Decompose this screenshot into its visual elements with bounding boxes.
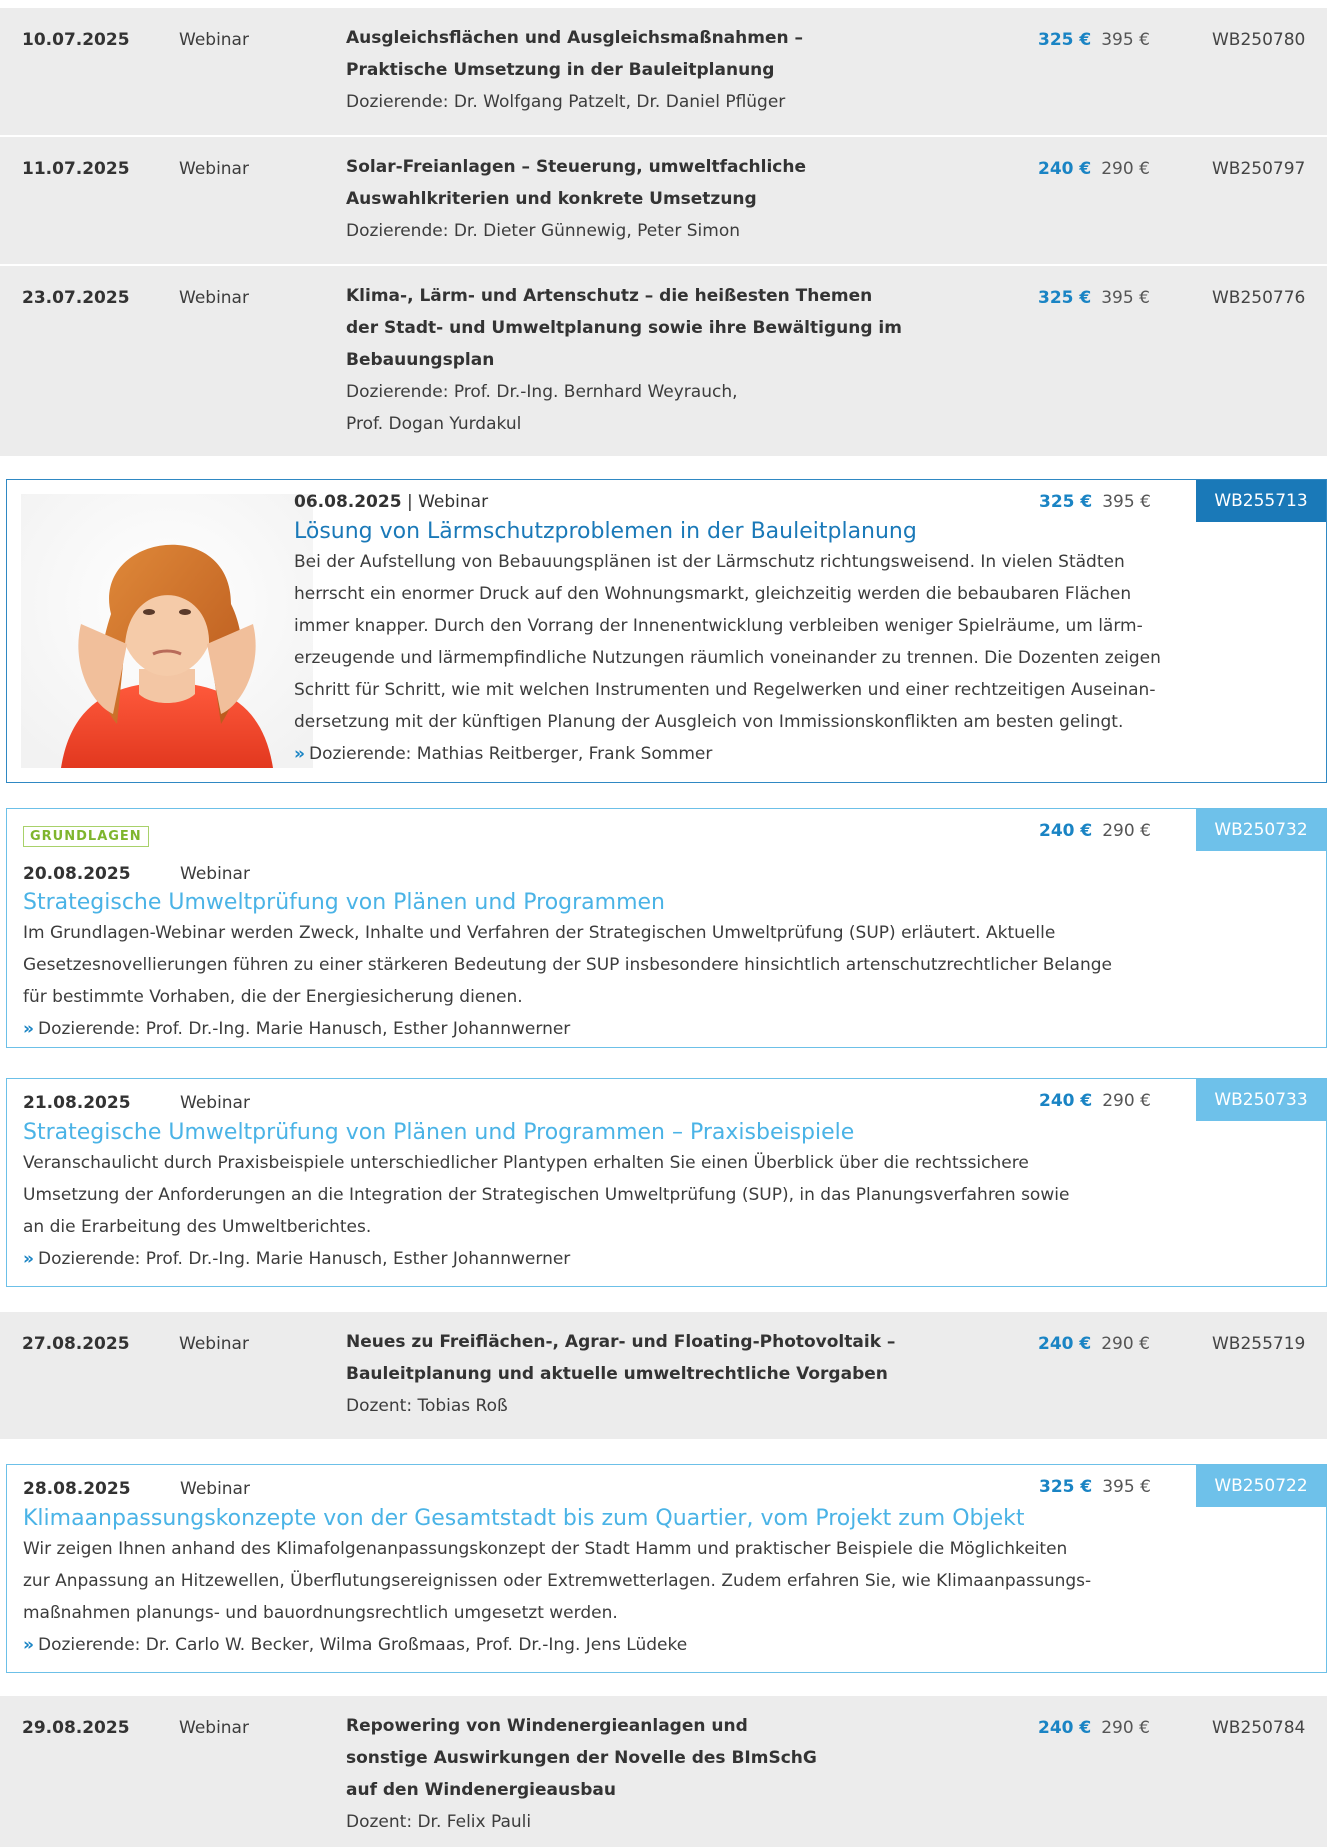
seminar-type: Webinar bbox=[418, 492, 489, 512]
seminar-row: 29.08.2025 Webinar Repowering von Winden… bbox=[0, 1696, 1327, 1847]
seminar-title[interactable]: Ausgleichsflächen und Ausgleichsmaßnahme… bbox=[346, 22, 966, 86]
seminar-date: 23.07.2025 bbox=[22, 288, 130, 308]
seminar-type: Webinar bbox=[180, 1093, 250, 1113]
seminar-type: Webinar bbox=[180, 1479, 250, 1499]
seminar-code[interactable]: WB250776 bbox=[1212, 288, 1305, 308]
seminar-description: Im Grundlagen-Webinar werden Zweck, Inha… bbox=[23, 917, 1313, 1045]
seminar-price: 325 €395 € bbox=[1039, 492, 1151, 512]
seminar-date: 20.08.2025 bbox=[23, 864, 131, 884]
seminar-date: 21.08.2025 bbox=[23, 1093, 131, 1113]
seminar-description: Veranschaulicht durch Praxisbeispiele un… bbox=[23, 1147, 1313, 1275]
seminar-title[interactable]: Lösung von Lärmschutzproblemen in der Ba… bbox=[294, 516, 917, 548]
seminar-date: 27.08.2025 bbox=[22, 1334, 130, 1354]
seminar-price: 240 €290 € bbox=[1038, 159, 1150, 179]
seminar-card: 06.08.2025 | Webinar Lösung von Lärmschu… bbox=[6, 479, 1327, 783]
seminar-listing: 10.07.2025 Webinar Ausgleichsflächen und… bbox=[0, 0, 1327, 1847]
seminar-date: 29.08.2025 bbox=[22, 1718, 130, 1738]
seminar-card: GRUNDLAGEN 240 €290 € WB250732 20.08.202… bbox=[6, 808, 1327, 1048]
seminar-code[interactable]: WB250733 bbox=[1196, 1079, 1326, 1121]
seminar-lecturers: » Dozierende: Prof. Dr.-Ing. Marie Hanusc… bbox=[23, 1019, 571, 1039]
seminar-row: 23.07.2025 Webinar Klima-, Lärm- und Art… bbox=[0, 266, 1327, 456]
seminar-price: 240 €290 € bbox=[1039, 1091, 1151, 1111]
seminar-card: 21.08.2025 Webinar 240 €290 € WB250733 S… bbox=[6, 1078, 1327, 1287]
seminar-type: Webinar bbox=[179, 30, 249, 50]
seminar-description: Bei der Aufstellung von Bebauungsplänen … bbox=[294, 546, 1304, 770]
seminar-price: 325 €395 € bbox=[1039, 1477, 1151, 1497]
seminar-date: 06.08.2025 bbox=[294, 492, 402, 512]
seminar-code[interactable]: WB255719 bbox=[1212, 1334, 1305, 1354]
chevron-right-icon: » bbox=[23, 1019, 34, 1039]
seminar-price: 325 €395 € bbox=[1038, 30, 1150, 50]
seminar-lecturers: » Dozierende: Dr. Carlo W. Becker, Wilma … bbox=[23, 1635, 688, 1655]
seminar-lecturers: Dozent: Dr. Felix Pauli bbox=[346, 1812, 532, 1832]
chevron-right-icon: » bbox=[23, 1635, 34, 1655]
seminar-code[interactable]: WB250784 bbox=[1212, 1718, 1305, 1738]
seminar-title[interactable]: Klimaanpassungskonzepte von der Gesamtst… bbox=[23, 1503, 1024, 1535]
seminar-date: 10.07.2025 bbox=[22, 30, 130, 50]
seminar-code[interactable]: WB250732 bbox=[1196, 809, 1326, 851]
seminar-code[interactable]: WB250797 bbox=[1212, 159, 1305, 179]
seminar-title[interactable]: Strategische Umweltprüfung von Plänen un… bbox=[23, 1117, 854, 1149]
seminar-code[interactable]: WB255713 bbox=[1196, 480, 1326, 522]
seminar-lecturers: Dozent: Tobias Roß bbox=[346, 1396, 508, 1416]
seminar-type: Webinar bbox=[179, 159, 249, 179]
seminar-type: Webinar bbox=[179, 288, 249, 308]
chevron-right-icon: » bbox=[23, 1249, 34, 1269]
seminar-type: Webinar bbox=[179, 1718, 249, 1738]
seminar-lecturers: » Dozierende: Mathias Reitberger, Frank S… bbox=[294, 744, 713, 764]
seminar-card: 28.08.2025 Webinar 325 €395 € WB250722 K… bbox=[6, 1464, 1327, 1673]
seminar-price: 240 €290 € bbox=[1039, 821, 1151, 841]
seminar-row: 27.08.2025 Webinar Neues zu Freiflächen-… bbox=[0, 1312, 1327, 1439]
seminar-lecturers: » Dozierende: Prof. Dr.-Ing. Marie Hanusc… bbox=[23, 1249, 571, 1269]
seminar-code[interactable]: WB250722 bbox=[1196, 1465, 1326, 1507]
seminar-price: 240 €290 € bbox=[1038, 1718, 1150, 1738]
seminar-type: Webinar bbox=[179, 1334, 249, 1354]
seminar-title[interactable]: Strategische Umweltprüfung von Plänen un… bbox=[23, 887, 665, 919]
seminar-row: 11.07.2025 Webinar Solar-Freianlagen – S… bbox=[0, 137, 1327, 264]
seminar-price: 325 €395 € bbox=[1038, 288, 1150, 308]
seminar-price: 240 €290 € bbox=[1038, 1334, 1150, 1354]
seminar-date: 11.07.2025 bbox=[22, 159, 130, 179]
seminar-date-line: 06.08.2025 | Webinar bbox=[294, 492, 489, 512]
seminar-description: Wir zeigen Ihnen anhand des Klimafolgena… bbox=[23, 1533, 1313, 1661]
seminar-row: 10.07.2025 Webinar Ausgleichsflächen und… bbox=[0, 8, 1327, 135]
seminar-code[interactable]: WB250780 bbox=[1212, 30, 1305, 50]
seminar-date: 28.08.2025 bbox=[23, 1479, 131, 1499]
seminar-type: Webinar bbox=[180, 864, 250, 884]
seminar-photo bbox=[21, 494, 313, 768]
seminar-title[interactable]: Repowering von Windenergieanlagen und son… bbox=[346, 1710, 966, 1806]
seminar-lecturers: Dozierende: Dr. Dieter Günnewig, Peter S… bbox=[346, 221, 740, 241]
seminar-lecturers: Dozierende: Prof. Dr.-Ing. Bernhard Weyr… bbox=[346, 382, 738, 434]
seminar-title[interactable]: Klima-, Lärm- und Artenschutz – die heiß… bbox=[346, 280, 966, 376]
seminar-title[interactable]: Neues zu Freiflächen-, Agrar- und Floati… bbox=[346, 1326, 966, 1390]
seminar-lecturers: Dozierende: Dr. Wolfgang Patzelt, Dr. Da… bbox=[346, 92, 786, 112]
category-badge: GRUNDLAGEN bbox=[23, 826, 149, 847]
chevron-right-icon: » bbox=[294, 744, 305, 764]
seminar-title[interactable]: Solar-Freianlagen – Steuerung, umweltfac… bbox=[346, 151, 966, 215]
